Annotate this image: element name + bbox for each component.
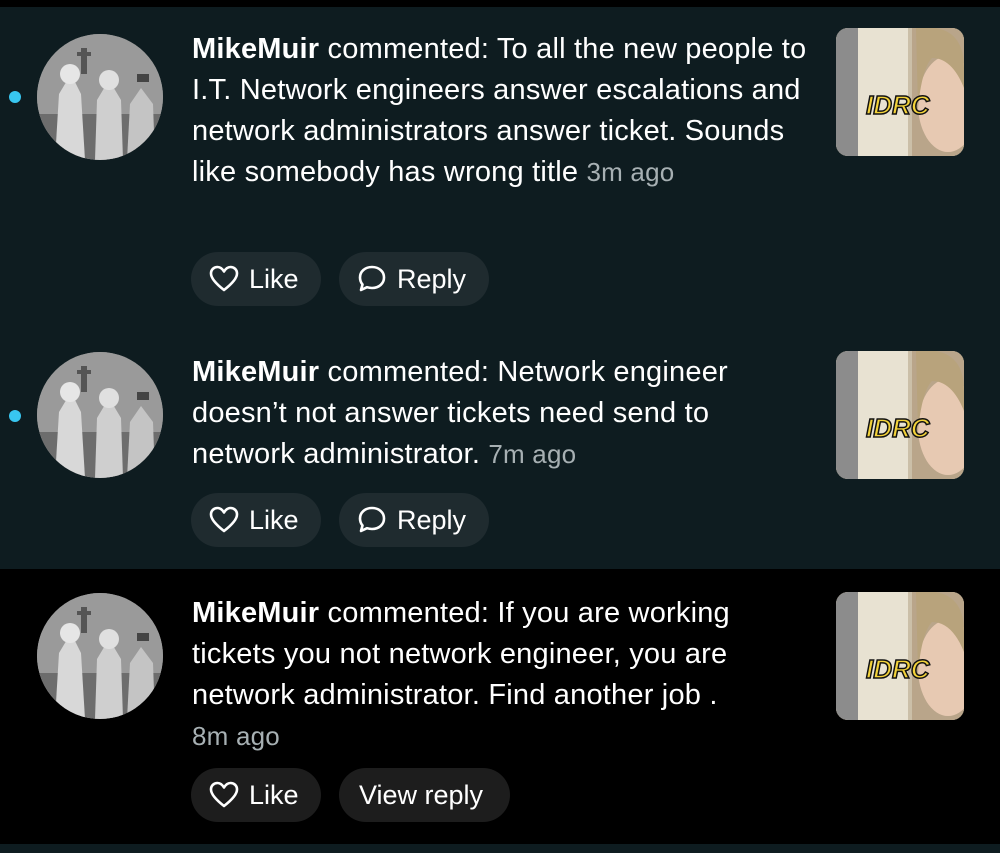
avatar[interactable] bbox=[37, 34, 163, 160]
avatar[interactable] bbox=[37, 352, 163, 478]
action-text: commented: bbox=[319, 356, 498, 388]
top-divider bbox=[0, 0, 1000, 7]
username[interactable]: MikeMuir bbox=[192, 356, 319, 388]
heart-icon bbox=[209, 781, 239, 808]
view-reply-label: View reply bbox=[359, 779, 484, 810]
unread-indicator bbox=[9, 91, 21, 103]
action-text: commented: bbox=[319, 33, 497, 65]
notification-item[interactable]: MikeMuir commented: Network engineer doe… bbox=[0, 328, 1000, 569]
thumbnail-caption: IDRC bbox=[866, 90, 931, 120]
reply-button[interactable]: Reply bbox=[339, 493, 489, 547]
video-thumbnail[interactable]: IDRC bbox=[836, 351, 964, 479]
action-text: commented: bbox=[319, 597, 498, 629]
thumbnail-caption: IDRC bbox=[866, 654, 931, 684]
reply-label: Reply bbox=[397, 504, 467, 535]
reply-button[interactable]: Reply bbox=[339, 252, 489, 306]
comment-text[interactable]: MikeMuir commented: To all the new peopl… bbox=[192, 29, 812, 193]
view-reply-button[interactable]: View reply bbox=[339, 768, 510, 822]
username[interactable]: MikeMuir bbox=[192, 597, 319, 629]
like-button[interactable]: Like bbox=[191, 493, 321, 547]
timestamp: 7m ago bbox=[488, 439, 577, 469]
like-button[interactable]: Like bbox=[191, 768, 321, 822]
comment-text[interactable]: MikeMuir commented: Network engineer doe… bbox=[192, 352, 812, 475]
username[interactable]: MikeMuir bbox=[192, 33, 319, 65]
comment-text[interactable]: MikeMuir commented: If you are working t… bbox=[192, 593, 812, 757]
unread-indicator bbox=[9, 410, 21, 422]
like-button[interactable]: Like bbox=[191, 252, 321, 306]
heart-icon bbox=[209, 265, 239, 292]
speech-bubble-icon bbox=[358, 506, 386, 533]
notification-item[interactable]: MikeMuir commented: If you are working t… bbox=[0, 569, 1000, 844]
avatar[interactable] bbox=[37, 593, 163, 719]
bottom-divider bbox=[0, 844, 1000, 853]
video-thumbnail[interactable]: IDRC bbox=[836, 28, 964, 156]
video-thumbnail[interactable]: IDRC bbox=[836, 592, 964, 720]
reply-label: Reply bbox=[397, 263, 467, 294]
like-label: Like bbox=[249, 504, 299, 535]
like-label: Like bbox=[249, 263, 299, 294]
timestamp: 3m ago bbox=[586, 157, 675, 187]
notification-item[interactable]: MikeMuir commented: To all the new peopl… bbox=[0, 7, 1000, 328]
timestamp: 8m ago bbox=[192, 721, 280, 751]
speech-bubble-icon bbox=[358, 265, 386, 292]
thumbnail-caption: IDRC bbox=[866, 413, 931, 443]
like-label: Like bbox=[249, 779, 299, 810]
heart-icon bbox=[209, 506, 239, 533]
